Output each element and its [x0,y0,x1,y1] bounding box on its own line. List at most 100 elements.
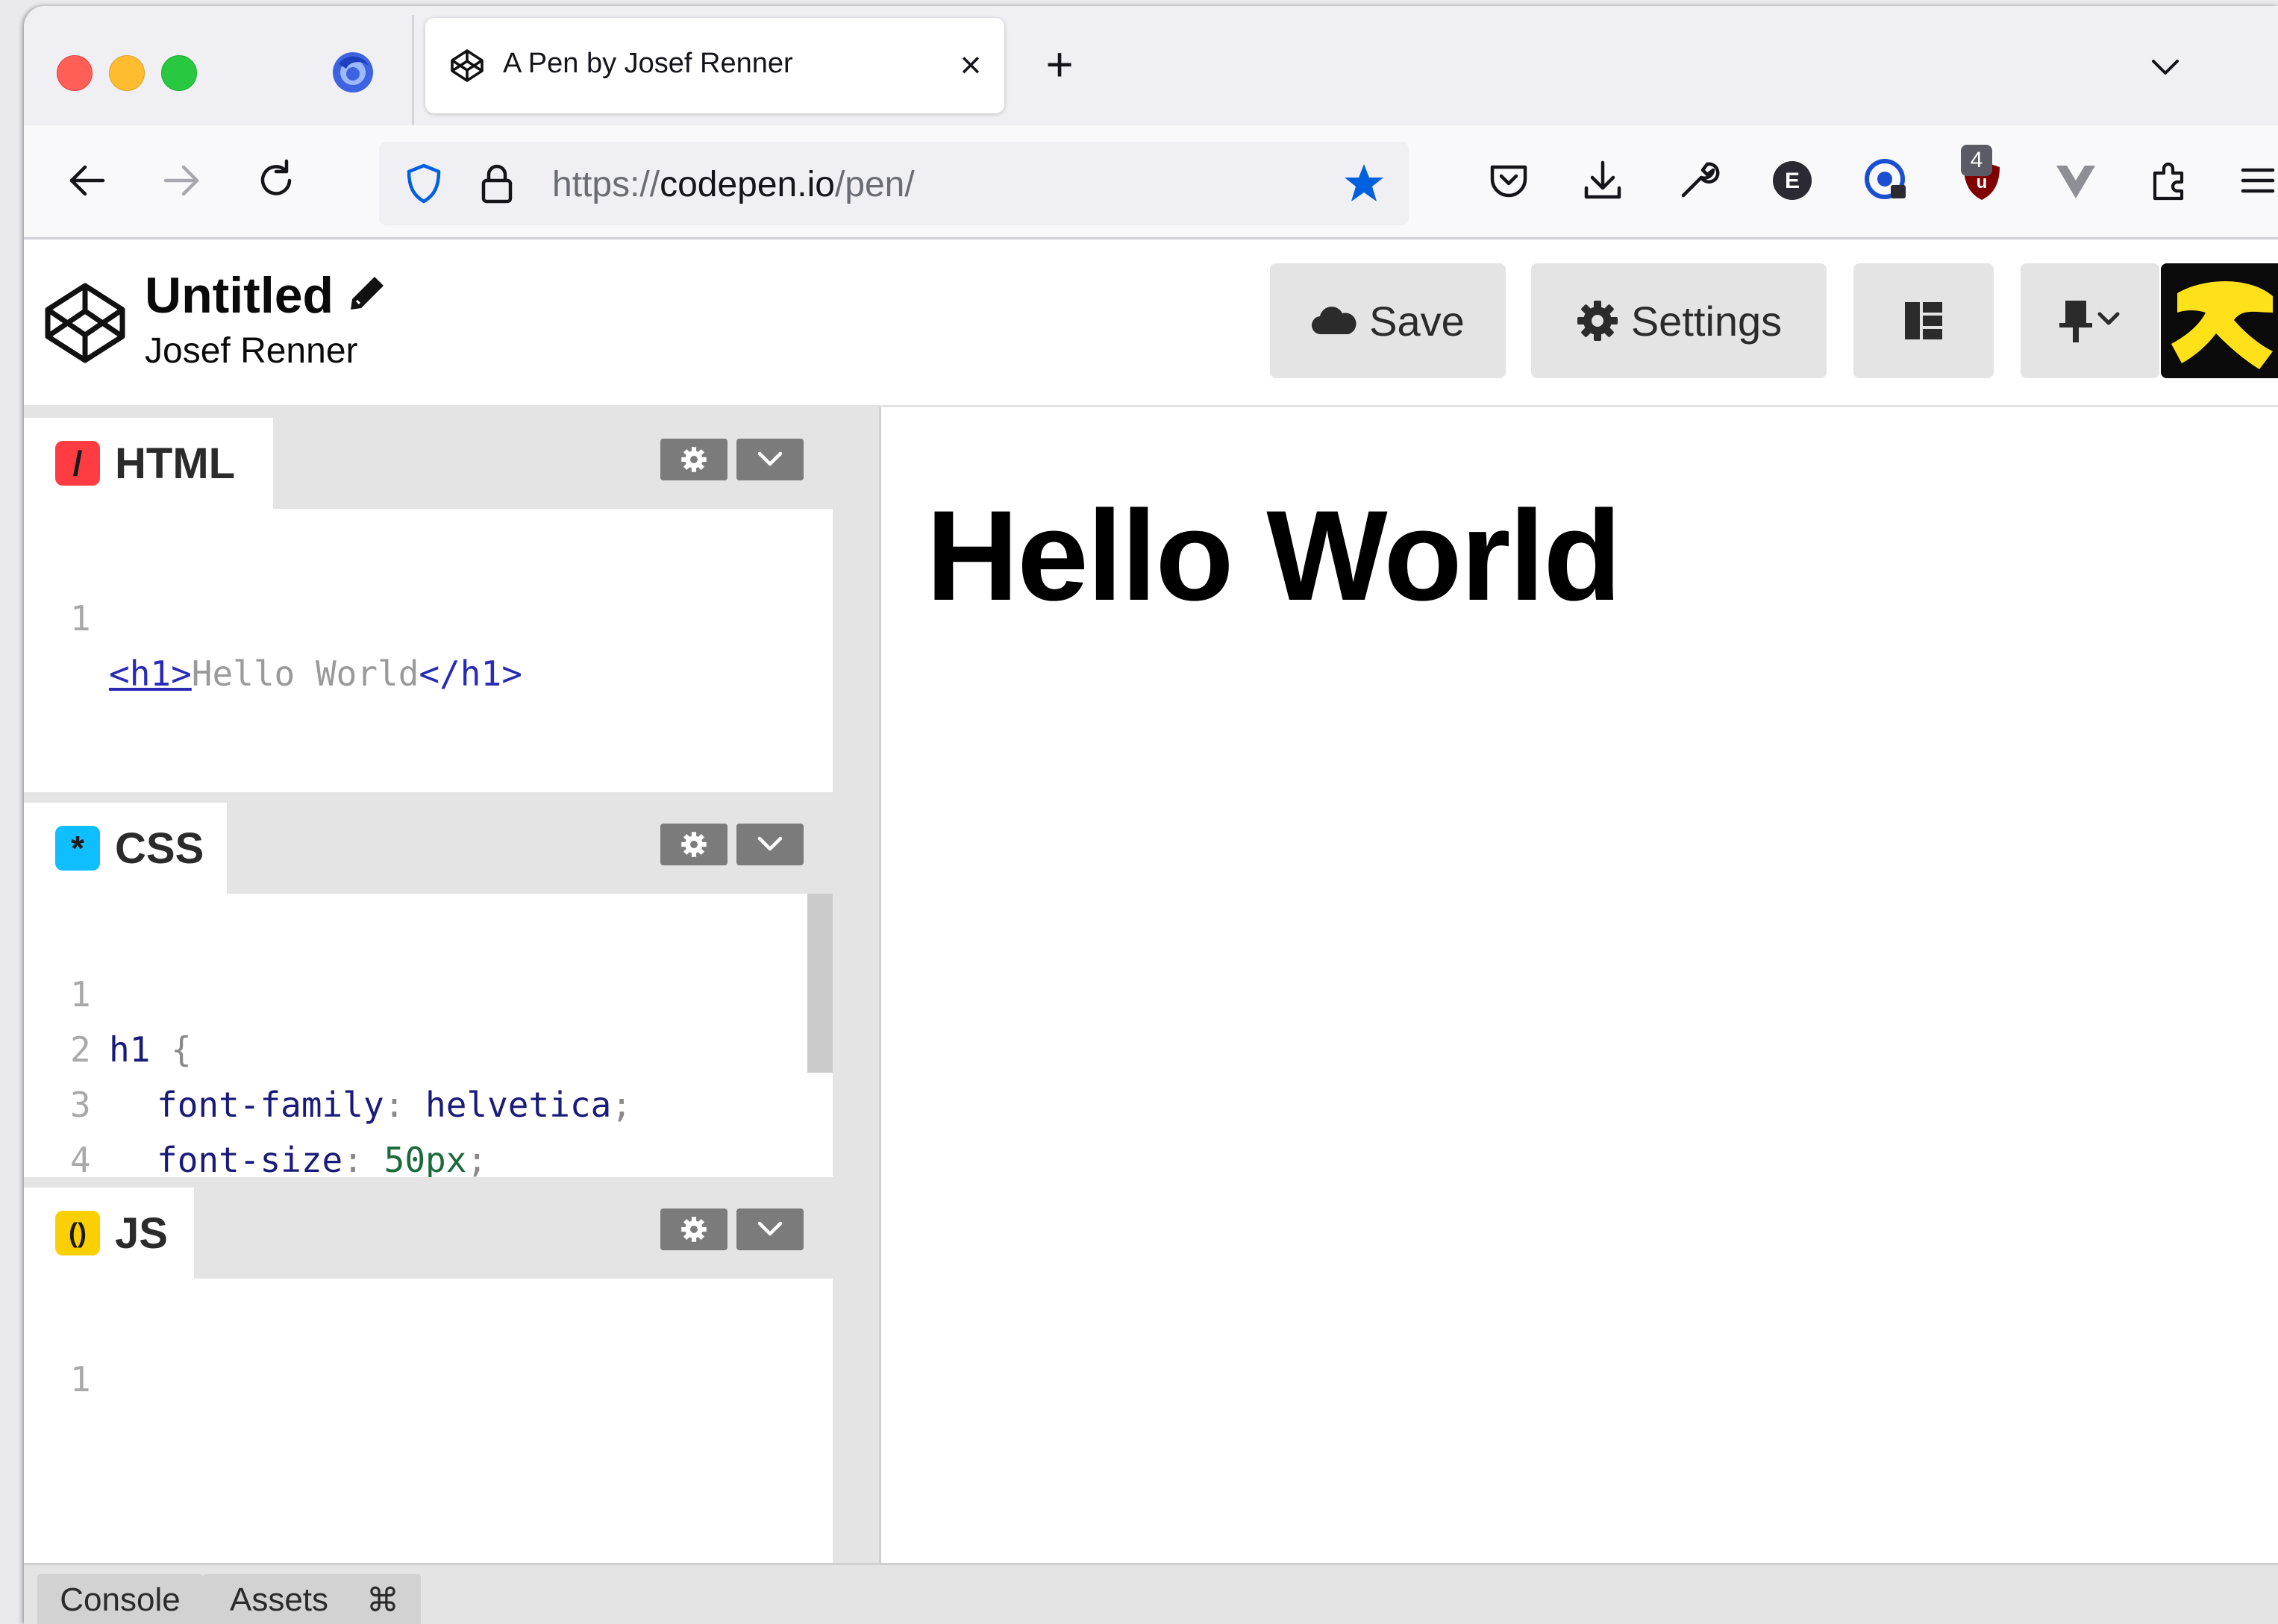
devtools-wrench-icon[interactable] [1674,157,1722,204]
chevron-down-icon [757,836,783,851]
padlock-icon[interactable] [475,161,519,206]
url-scheme: https:// [552,165,660,204]
layout-icon [1905,302,1942,339]
pin-menu-button[interactable] [2021,263,2159,378]
css-pane-tab[interactable]: * CSS [24,803,227,894]
editor-resize-handle[interactable] [833,407,881,1563]
js-lang-icon: () [55,1211,100,1255]
js-pane-title: JS [115,1208,168,1258]
cloud-icon [1312,307,1357,335]
html-pane-title: HTML [115,439,236,488]
url-bar[interactable]: https://codepen.io/pen/ [379,142,1409,225]
password-manager-icon[interactable] [1862,157,1910,204]
code-line: 1 <h1>Hello World</h1> [24,536,522,694]
url-text: https://codepen.io/pen/ [552,164,915,205]
html-pane-header: / HTML [24,407,833,509]
chevron-down-icon [757,1221,783,1236]
settings-button[interactable]: Settings [1531,263,1827,378]
css-lang-icon: * [55,826,100,871]
window-close-button[interactable] [57,55,93,91]
tab-close-icon[interactable]: × [951,45,991,85]
gear-icon [681,832,707,857]
html-code-editor[interactable]: 1 <h1>Hello World</h1> [24,509,833,792]
downloads-icon[interactable] [1579,157,1627,204]
code-line: 1 h1 { [24,912,192,1070]
gear-icon [1577,301,1618,341]
code-line: 2 font-family: helvetica; [24,967,632,1125]
line-number: 1 [70,1359,91,1399]
html-collapse-button[interactable] [736,439,804,480]
pen-title[interactable]: Untitled [145,266,334,325]
save-label: Save [1369,297,1465,345]
code-line: 4 } [24,1077,190,1235]
css-editor-scrollbar[interactable] [807,894,833,1073]
assets-button[interactable]: Assets [203,1574,355,1624]
css-pane-header: * CSS [24,792,833,894]
html-settings-button[interactable] [660,439,727,480]
firefox-view-icon[interactable] [331,51,375,94]
pocket-icon[interactable] [1485,157,1533,204]
window-minimize-button[interactable] [109,55,145,91]
assets-label: Assets [229,1581,329,1618]
extensions-puzzle-icon[interactable] [2146,157,2194,204]
css-settings-button[interactable] [660,824,727,865]
settings-label: Settings [1630,297,1783,345]
save-button[interactable]: Save [1270,263,1506,378]
window-zoom-button[interactable] [161,55,197,91]
tab-separator [412,15,414,127]
css-pane-title: CSS [115,824,204,873]
tab-list-chevron-icon[interactable] [2143,45,2188,90]
ublock-badge: 4 [1961,145,1992,176]
edit-title-pencil-icon[interactable] [346,272,388,314]
url-path: /pen/ [834,165,915,204]
code-line: 1 [24,1297,190,1399]
codepen-header: Untitled Josef Renner Save Settings [24,239,2278,407]
codepen-favicon-icon [451,49,484,82]
css-collapse-button[interactable] [736,824,804,865]
back-arrow-icon[interactable] [63,157,110,204]
console-button[interactable]: Console [37,1574,203,1624]
url-host: codepen.io [660,165,835,204]
user-avatar[interactable] [2161,263,2278,378]
tracking-protection-shield-icon[interactable] [401,161,446,206]
tab-strip: A Pen by Josef Renner × + [24,6,2278,127]
pen-author[interactable]: Josef Renner [145,330,358,371]
hamburger-menu-icon[interactable] [2234,157,2278,204]
js-settings-button[interactable] [660,1208,727,1250]
keyboard-shortcuts-button[interactable]: ⌘ [345,1574,421,1624]
editors-column: / HTML 1 <h1>Hello World</h1> * CSS 1 h1… [24,407,833,1563]
extension-e-icon[interactable]: E [1768,157,1816,204]
chevron-down-icon [757,451,783,466]
js-collapse-button[interactable] [736,1208,804,1250]
pin-icon [2059,301,2120,342]
forward-arrow-icon[interactable] [158,157,206,204]
html-pane-tab[interactable]: / HTML [24,418,273,509]
code-text: <h1>Hello World</h1> [109,653,522,694]
js-pane-header: () JS [24,1177,833,1279]
js-code-editor[interactable]: 1 [24,1279,833,1563]
navigation-toolbar: https://codepen.io/pen/ E u 4 [24,125,2278,239]
line-number: 1 [70,598,91,639]
js-pane-tab[interactable]: () JS [24,1188,194,1279]
new-tab-button[interactable]: + [1036,40,1083,90]
code-line: 3 font-size: 50px; [24,1022,487,1180]
code-text: font-family: helvetica; [157,1085,632,1125]
tab-codepen[interactable]: A Pen by Josef Renner × [425,18,1004,113]
command-key-icon: ⌘ [366,1581,399,1619]
vue-devtools-icon[interactable] [2052,157,2100,204]
gear-icon [681,447,707,472]
codepen-footer: Console Assets ⌘ [24,1563,2278,1624]
browser-window: A Pen by Josef Renner × + https://codepe… [24,6,2278,1624]
reload-icon[interactable] [252,157,300,204]
result-preview: Hello World [881,407,2278,1563]
css-code-editor[interactable]: 1 h1 { 2 font-family: helvetica; 3 font-… [24,894,833,1235]
bookmark-star-icon[interactable] [1342,161,1386,206]
change-view-button[interactable] [1853,263,1994,378]
svg-text:E: E [1785,169,1800,193]
preview-heading: Hello World [926,484,1621,627]
gear-icon [681,1217,707,1242]
tab-title: A Pen by Josef Renner [503,48,793,79]
console-label: Console [60,1581,181,1618]
codepen-logo-icon[interactable] [42,280,128,366]
html-lang-icon: / [55,441,100,486]
